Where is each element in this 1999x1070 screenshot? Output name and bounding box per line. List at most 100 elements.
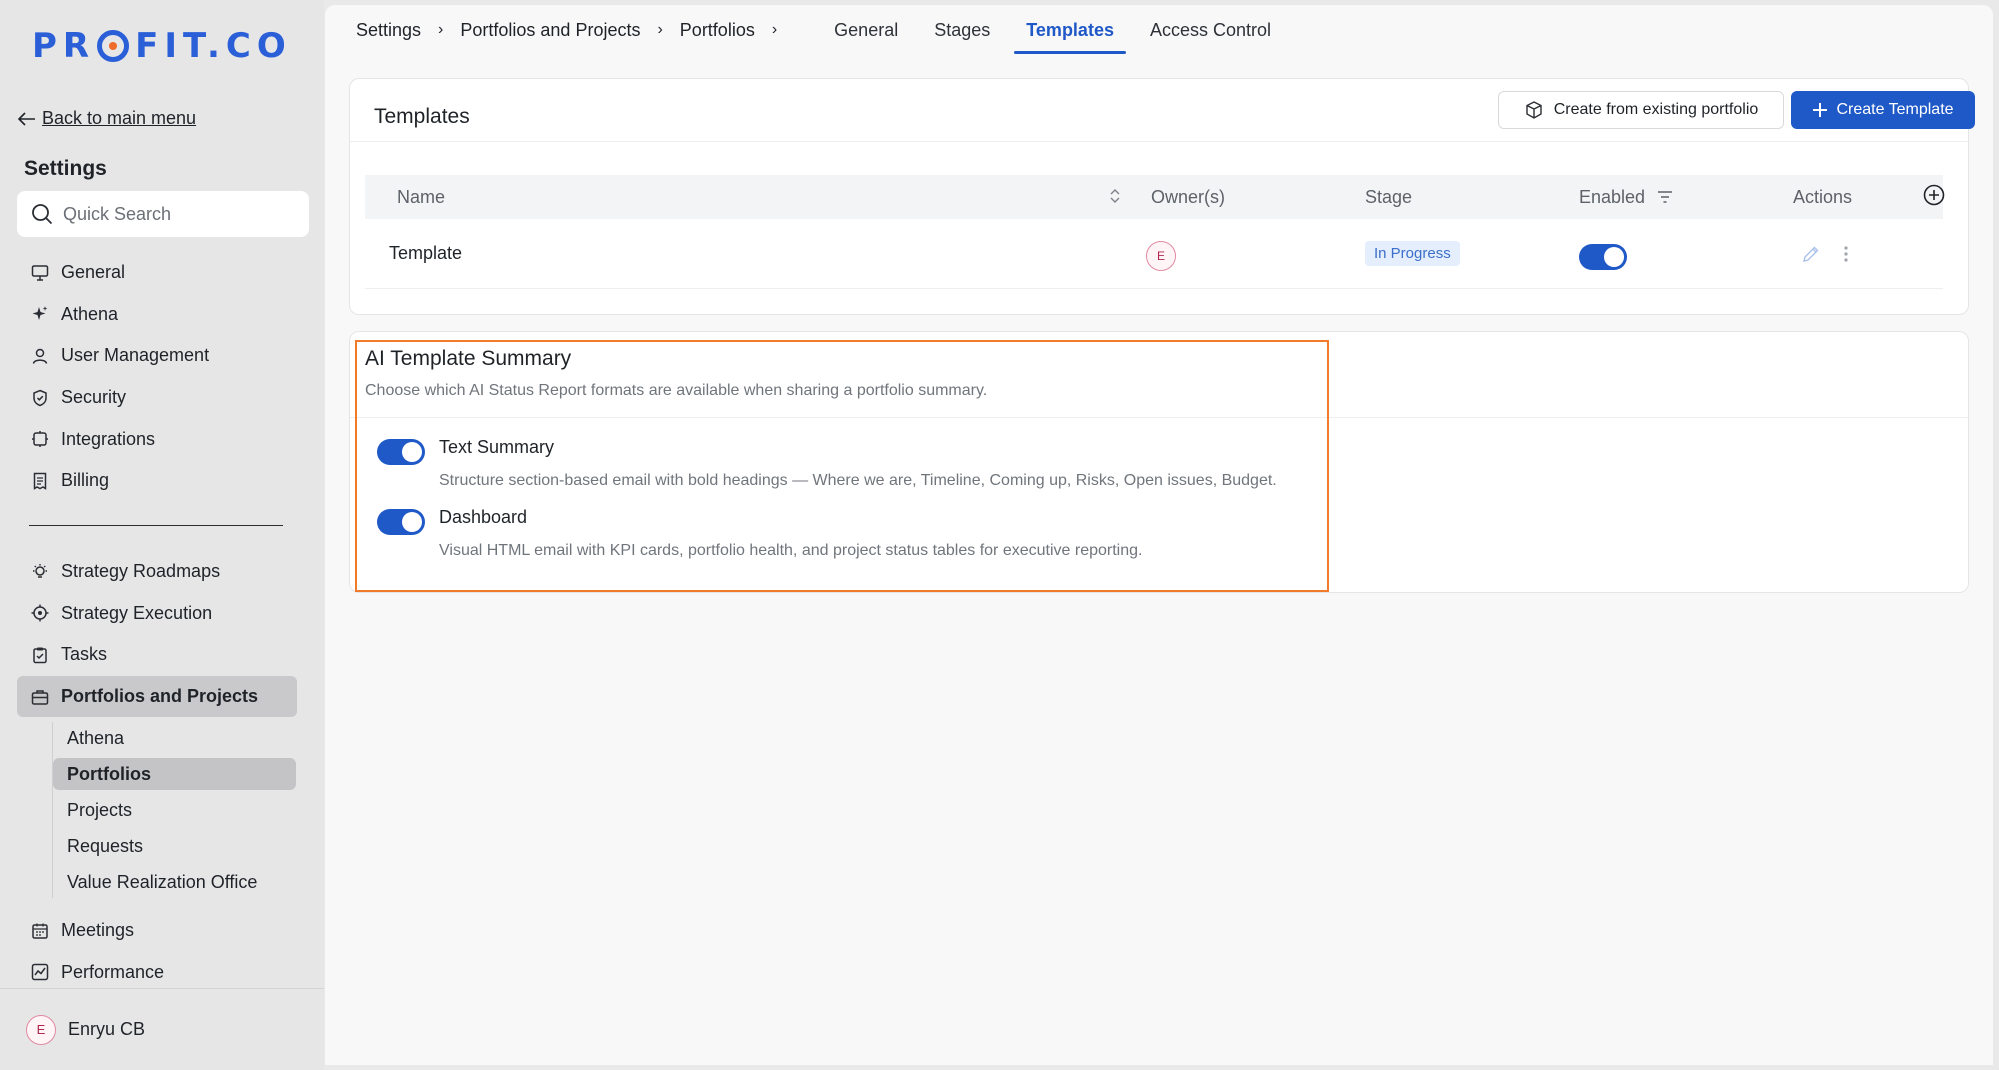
sidebar-item-tasks[interactable]: Tasks — [17, 634, 297, 676]
column-name-label: Name — [397, 186, 446, 207]
chevron-right-icon: › — [657, 21, 663, 38]
breadcrumb-portfolios-and-projects[interactable]: Portfolios and Projects — [460, 20, 640, 41]
avatar: E — [26, 1014, 56, 1045]
avatar: E — [1146, 240, 1176, 271]
sidebar-item-athena[interactable]: Athena — [17, 294, 297, 336]
sidebar-item-label: General — [61, 262, 126, 283]
card-header-divider — [350, 141, 1968, 142]
create-from-existing-portfolio-button[interactable]: Create from existing portfolio — [1498, 91, 1784, 129]
subnav-item-value-realization-office[interactable]: Value Realization Office — [53, 864, 296, 900]
add-column-button[interactable] — [1923, 184, 1945, 211]
sidebar-item-performance[interactable]: Performance — [17, 952, 297, 994]
template-name[interactable]: Template — [365, 243, 1151, 264]
sidebar-item-portfolios-and-projects[interactable]: Portfolios and Projects — [17, 675, 297, 718]
main-content: Settings › Portfolios and Projects › Por… — [325, 5, 1993, 1065]
quick-search-input[interactable] — [63, 203, 293, 225]
portfolios-subnav: Athena Portfolios Projects Requests Valu… — [53, 720, 296, 900]
profit-co-logo[interactable]: PR FIT.CO — [32, 26, 292, 66]
owner-cell: E — [1146, 237, 1365, 271]
logo-text-left: PR — [32, 26, 96, 66]
sidebar: PR FIT.CO Back to main menu Settings Gen… — [0, 0, 324, 1070]
sidebar-item-user-management[interactable]: User Management — [17, 335, 297, 377]
subnav-item-requests[interactable]: Requests — [53, 828, 296, 864]
sidebar-item-billing[interactable]: Billing — [17, 460, 297, 502]
plus-circle-icon — [1923, 184, 1945, 205]
arrow-left-icon — [18, 111, 35, 126]
plus-icon — [1813, 103, 1828, 117]
target-icon — [31, 604, 49, 622]
briefcase-icon — [31, 689, 49, 705]
search-icon — [32, 204, 53, 225]
tab-stages[interactable]: Stages — [916, 8, 1008, 52]
stage-cell: In Progress — [1365, 241, 1579, 266]
top-navigation: Settings › Portfolios and Projects › Por… — [325, 5, 1993, 55]
sidebar-item-label: Strategy Roadmaps — [61, 561, 221, 582]
highlight-box — [355, 340, 1329, 592]
settings-heading: Settings — [24, 157, 107, 180]
bulb-icon — [33, 563, 47, 578]
sidebar-item-label: User Management — [61, 345, 210, 366]
quick-search-box[interactable] — [17, 191, 309, 237]
receipt-icon — [33, 472, 47, 490]
subnav-item-portfolios[interactable]: Portfolios — [53, 758, 296, 790]
breadcrumb-portfolios[interactable]: Portfolios — [680, 20, 755, 41]
shield-icon — [33, 389, 47, 406]
status-badge: In Progress — [1365, 241, 1460, 266]
sidebar-item-label: Meetings — [61, 920, 135, 941]
sidebar-divider — [29, 525, 283, 526]
actions-cell — [1793, 244, 1923, 264]
subnav-item-projects[interactable]: Projects — [53, 792, 296, 828]
sparkle-icon — [32, 306, 48, 321]
puzzle-icon — [32, 431, 48, 448]
tab-templates[interactable]: Templates — [1008, 8, 1132, 54]
column-name[interactable]: Name — [365, 187, 1151, 208]
table-header: Name Owner(s) Stage Enabled Actions — [365, 175, 1945, 219]
templates-table: Name Owner(s) Stage Enabled Actions Temp… — [365, 175, 1945, 289]
sidebar-item-strategy-roadmaps[interactable]: Strategy Roadmaps — [17, 551, 297, 593]
templates-card: Templates Create from existing portfolio… — [349, 78, 1975, 315]
sidebar-item-label: Tasks — [61, 644, 108, 665]
create-template-button[interactable]: Create Template — [1791, 91, 1975, 129]
sidebar-item-label: Billing — [61, 470, 110, 491]
chevron-right-icon: › — [771, 21, 778, 38]
sidebar-item-label: Athena — [61, 303, 119, 324]
tab-access-control[interactable]: Access Control — [1132, 8, 1289, 52]
breadcrumb-settings[interactable]: Settings — [356, 20, 421, 41]
column-actions: Actions — [1793, 186, 1853, 207]
sidebar-item-general[interactable]: General — [17, 252, 297, 294]
more-vertical-icon[interactable] — [1843, 244, 1849, 264]
sidebar-item-integrations[interactable]: Integrations — [17, 418, 297, 460]
edit-pencil-icon[interactable] — [1801, 244, 1821, 264]
sidebar-item-security[interactable]: Security — [17, 377, 297, 419]
sidebar-item-label: Integrations — [61, 428, 156, 449]
column-stage: Stage — [1365, 186, 1413, 207]
table-row[interactable]: Template E In Progress — [365, 219, 1943, 289]
tab-general[interactable]: General — [816, 8, 916, 52]
column-owners: Owner(s) — [1151, 186, 1226, 207]
sort-icon[interactable] — [1109, 187, 1121, 205]
user-profile[interactable]: E Enryu CB — [0, 988, 324, 1070]
monitor-icon — [31, 265, 49, 281]
logo-text-right: FIT.CO — [135, 26, 292, 66]
back-to-main-menu-link[interactable]: Back to main menu — [18, 108, 196, 129]
enabled-cell — [1579, 238, 1793, 270]
sidebar-item-label: Portfolios and Projects — [61, 686, 259, 707]
chevron-right-icon: › — [438, 21, 444, 38]
modules-nav: Strategy Roadmaps Strategy Execution Tas… — [17, 551, 297, 718]
templates-title: Templates — [374, 105, 470, 128]
column-enabled-label: Enabled — [1579, 186, 1646, 207]
sidebar-item-meetings[interactable]: Meetings — [17, 910, 297, 952]
filter-icon[interactable] — [1657, 190, 1673, 204]
sidebar-item-label: Security — [61, 387, 127, 408]
back-link-label: Back to main menu — [42, 108, 197, 128]
subnav-item-athena[interactable]: Athena — [53, 720, 296, 756]
chart-icon — [31, 964, 49, 981]
create-template-label: Create Template — [1836, 101, 1954, 118]
user-icon — [32, 348, 48, 364]
sidebar-item-strategy-execution[interactable]: Strategy Execution — [17, 593, 297, 635]
clipboard-check-icon — [33, 647, 47, 664]
calendar-icon — [32, 923, 48, 939]
sidebar-item-label: Performance — [61, 961, 165, 982]
settings-nav: General Athena User Management Security … — [17, 252, 297, 502]
enabled-toggle[interactable] — [1579, 243, 1627, 270]
